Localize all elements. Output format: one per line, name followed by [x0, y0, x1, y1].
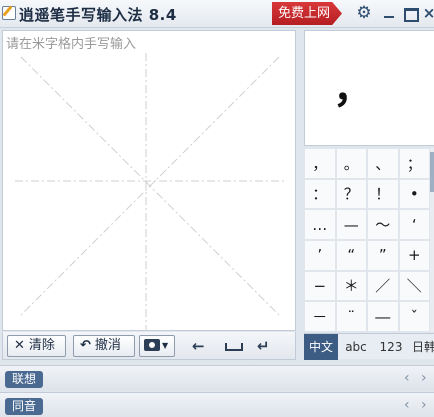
- symbol-cell[interactable]: ，: [304, 148, 336, 179]
- tab-japanese-korean[interactable]: 日韩: [409, 334, 434, 360]
- free-online-button[interactable]: 免费上网: [272, 2, 342, 25]
- candidate-display[interactable]: ，: [304, 30, 434, 146]
- symbol-cell[interactable]: −: [304, 270, 336, 302]
- symbol-scrollbar[interactable]: [430, 148, 434, 332]
- symbol-cell[interactable]: ˇ: [398, 301, 430, 332]
- undo-label: 撤消: [94, 338, 121, 353]
- handwriting-pad[interactable]: 请在米字格内手写输入: [2, 30, 296, 331]
- symbol-cell[interactable]: —: [335, 209, 367, 240]
- chevron-left-icon[interactable]: ‹: [404, 397, 410, 413]
- undo-button[interactable]: ↶ 撤消: [73, 335, 135, 357]
- association-label[interactable]: 联想: [5, 371, 43, 388]
- symbol-cell[interactable]: ；: [398, 148, 430, 179]
- symbol-cell[interactable]: …: [304, 209, 336, 240]
- tab-123[interactable]: 123: [374, 334, 408, 360]
- app-title: 逍遥笔手写输入法 8.4: [19, 6, 177, 24]
- symbol-cell[interactable]: ＼: [398, 270, 430, 302]
- scrollbar-thumb[interactable]: [430, 152, 434, 192]
- symbol-cell[interactable]: ？: [335, 178, 367, 210]
- clear-button[interactable]: ✕ 清除: [7, 335, 66, 357]
- clear-icon: ✕: [14, 338, 25, 353]
- screenshot-button[interactable]: ▼: [139, 335, 175, 357]
- symbol-cell[interactable]: ¨: [335, 301, 367, 332]
- chevron-down-icon: ▼: [162, 341, 169, 350]
- symbol-cell[interactable]: •: [398, 178, 430, 210]
- homophone-label[interactable]: 同音: [5, 398, 43, 415]
- symbol-cell[interactable]: 、: [367, 148, 399, 179]
- camera-icon: [144, 339, 160, 351]
- mode-tabs: 中文 abc 123 日韩: [304, 333, 434, 360]
- candidate-char[interactable]: ，: [333, 69, 373, 109]
- symbol-cell[interactable]: ：: [304, 178, 336, 210]
- chevron-right-icon[interactable]: ›: [421, 370, 427, 386]
- symbol-cell[interactable]: ＊: [335, 270, 367, 302]
- backspace-key[interactable]: ←: [192, 337, 205, 355]
- enter-key[interactable]: ↵: [257, 337, 270, 355]
- symbol-cell[interactable]: ／: [367, 270, 399, 302]
- association-bar: 联想 ‹ ›: [0, 365, 434, 391]
- symbol-cell[interactable]: ‘: [398, 209, 430, 240]
- pen-icon: [2, 6, 16, 20]
- pad-toolbar: ✕ 清除 ↶ 撤消 ▼ ← ↵: [2, 332, 296, 360]
- close-button[interactable]: ×: [421, 5, 434, 21]
- grid-guides: [15, 53, 285, 331]
- chevron-right-icon[interactable]: ›: [421, 397, 427, 413]
- symbol-cell[interactable]: ～: [367, 209, 399, 240]
- symbol-cell[interactable]: 。: [335, 148, 367, 179]
- maximize-button[interactable]: [402, 5, 419, 22]
- homophone-bar: 同音 ‹ ›: [0, 392, 434, 417]
- symbol-cell[interactable]: “: [335, 239, 367, 271]
- symbol-cell[interactable]: －: [304, 301, 336, 332]
- chevron-left-icon[interactable]: ‹: [404, 370, 410, 386]
- symbol-cell[interactable]: ”: [367, 239, 399, 271]
- symbol-cell[interactable]: +: [398, 239, 430, 271]
- clear-label: 清除: [28, 338, 55, 353]
- tab-chinese[interactable]: 中文: [304, 334, 338, 360]
- minimize-button[interactable]: [381, 5, 397, 21]
- gear-icon[interactable]: ⚙: [356, 5, 372, 22]
- title-bar: 逍遥笔手写输入法 8.4 免费上网 ⚙ ×: [0, 0, 434, 28]
- tab-abc[interactable]: abc: [339, 334, 373, 360]
- symbol-cell[interactable]: ―: [367, 301, 399, 332]
- symbol-grid: ， 。 、 ； ： ？ ！ • … — ～ ‘ ’ “ ” + − ＊ ／ ＼ …: [304, 148, 430, 332]
- symbol-cell[interactable]: ！: [367, 178, 399, 210]
- space-key[interactable]: [225, 343, 243, 351]
- undo-icon: ↶: [80, 338, 91, 353]
- symbol-cell[interactable]: ’: [304, 239, 336, 271]
